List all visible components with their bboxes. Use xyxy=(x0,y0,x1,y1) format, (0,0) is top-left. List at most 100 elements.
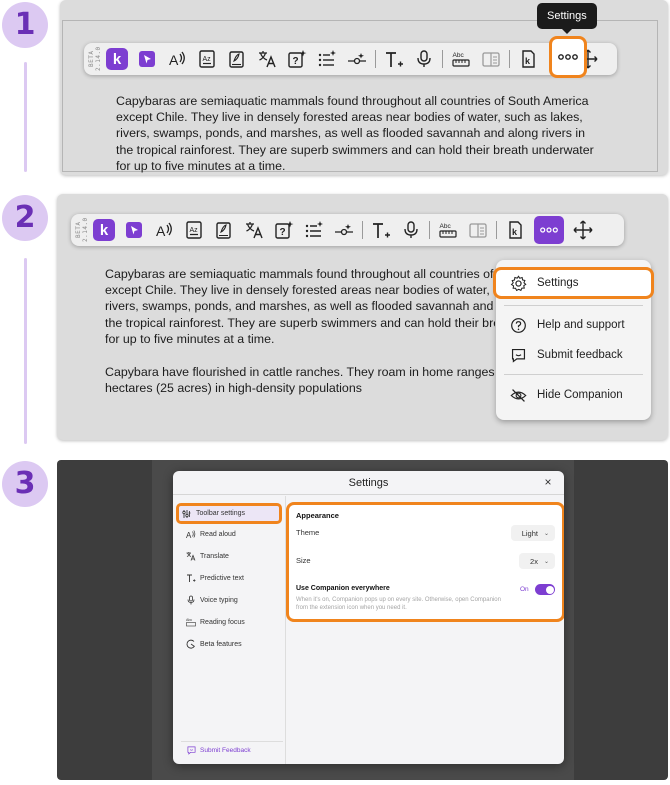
sidebar-item-voice-typing[interactable]: Voice typing xyxy=(183,591,238,609)
companion-toolbar: BETA 2.14.0 k A Az ? Abc k xyxy=(84,43,617,75)
settings-tooltip: Settings xyxy=(537,3,597,34)
companion-toolbar: BETA 2.14.0 k A Az ? Abc k xyxy=(71,214,624,246)
reading-line-icon[interactable] xyxy=(346,48,368,70)
question-sparkle-icon[interactable]: ? xyxy=(273,219,295,241)
list-sparkle-icon[interactable] xyxy=(303,219,325,241)
gear-icon xyxy=(510,274,527,291)
sample-paragraph: Capybara have flourished in cattle ranch… xyxy=(105,365,495,396)
appearance-heading: Appearance xyxy=(296,511,339,520)
menu-item-label: Help and support xyxy=(537,319,625,331)
svg-text:Az: Az xyxy=(203,56,212,63)
chevron-down-icon: ⌄ xyxy=(543,530,549,537)
spell-check-icon[interactable]: Abc xyxy=(437,219,459,241)
kurzweil-icon[interactable]: k xyxy=(504,219,526,241)
more-options-button[interactable] xyxy=(534,216,564,244)
sidebar-item-toolbar-settings[interactable]: Toolbar settings xyxy=(176,503,282,524)
sidebar-item-predictive-text[interactable]: Predictive text xyxy=(183,569,244,587)
submit-feedback-label: Submit Feedback xyxy=(200,747,251,754)
svg-text:A: A xyxy=(156,223,166,239)
reading-line-icon[interactable] xyxy=(333,219,355,241)
settings-dialog: Settings × Toolbar settings A Read aloud… xyxy=(173,471,564,764)
menu-item-help[interactable]: Help and support xyxy=(496,310,651,340)
beta-icon xyxy=(186,639,195,649)
step-3-panel: Settings × Toolbar settings A Read aloud… xyxy=(57,460,668,780)
menu-item-hide[interactable]: Hide Companion xyxy=(496,380,651,410)
more-options-button[interactable] xyxy=(549,36,587,78)
svg-text:?: ? xyxy=(280,227,286,238)
companion-logo-icon[interactable]: k xyxy=(106,48,128,70)
book-icon[interactable] xyxy=(213,219,235,241)
move-icon[interactable] xyxy=(572,219,594,241)
book-icon[interactable] xyxy=(226,48,248,70)
step-1-panel: Settings BETA 2.14.0 k A Az ? Abc k Capy… xyxy=(60,0,668,175)
dictionary-icon[interactable]: Az xyxy=(196,48,218,70)
step-1-badge: 1 xyxy=(2,2,48,48)
predictive-text-icon[interactable] xyxy=(383,48,405,70)
list-sparkle-icon[interactable] xyxy=(316,48,338,70)
everywhere-label: Use Companion everywhere xyxy=(296,585,390,592)
menu-item-settings[interactable]: Settings xyxy=(493,267,654,299)
more-options-menu: Settings Help and support Submit feedbac… xyxy=(493,260,654,420)
step-2-panel: BETA 2.14.0 k A Az ? Abc k Capybaras are xyxy=(57,194,668,440)
theme-value: Light xyxy=(521,528,538,538)
svg-text:A: A xyxy=(186,531,192,539)
sidebar-item-reading-focus[interactable]: Abc Reading focus xyxy=(183,613,245,631)
everywhere-hint: When it's on, Companion pops up on every… xyxy=(296,597,501,611)
question-sparkle-icon[interactable]: ? xyxy=(286,48,308,70)
sidebar-item-label: Translate xyxy=(200,552,229,560)
sidebar-item-label: Read aloud xyxy=(200,530,236,538)
submit-feedback-link[interactable]: Submit Feedback xyxy=(187,746,251,755)
more-dots-icon xyxy=(558,54,578,60)
reading-mode-icon[interactable] xyxy=(467,219,489,241)
sample-paragraph: Capybaras are semiaquatic mammals found … xyxy=(116,94,594,173)
select-cursor-icon[interactable] xyxy=(123,219,145,241)
svg-text:Abc: Abc xyxy=(453,52,465,59)
sample-paragraph: Capybaras are semiaquatic mammals found … xyxy=(105,267,495,346)
beta-version-label: BETA 2.14.0 xyxy=(88,46,102,72)
size-select[interactable]: 2x ⌄ xyxy=(519,553,555,569)
sidebar-item-beta-features[interactable]: Beta features xyxy=(183,635,242,653)
sidebar-item-translate[interactable]: Translate xyxy=(183,547,229,565)
eye-off-icon xyxy=(510,388,527,402)
close-icon[interactable]: × xyxy=(541,475,555,489)
microphone-icon xyxy=(187,595,195,605)
sliders-icon xyxy=(182,509,191,518)
menu-item-label: Submit feedback xyxy=(537,349,623,361)
svg-text:k: k xyxy=(512,227,518,237)
translate-icon xyxy=(186,552,196,561)
translate-icon[interactable] xyxy=(243,219,265,241)
spell-check-icon[interactable]: Abc xyxy=(450,48,472,70)
everywhere-toggle[interactable] xyxy=(535,584,555,595)
dialog-title: Settings xyxy=(173,471,564,495)
companion-logo-icon[interactable]: k xyxy=(93,219,115,241)
translate-icon[interactable] xyxy=(256,48,278,70)
svg-text:?: ? xyxy=(293,56,299,67)
microphone-icon[interactable] xyxy=(400,219,422,241)
beta-version-label: BETA 2.14.0 xyxy=(75,217,89,243)
step-2-badge: 2 xyxy=(2,195,48,241)
sidebar-item-read-aloud[interactable]: A Read aloud xyxy=(183,525,236,543)
appearance-section: Appearance Theme Light ⌄ Size 2x ⌄ Use Com… xyxy=(286,502,564,622)
sidebar-item-label: Voice typing xyxy=(200,596,238,604)
dictionary-icon[interactable]: Az xyxy=(183,219,205,241)
microphone-icon[interactable] xyxy=(413,48,435,70)
menu-item-label: Hide Companion xyxy=(537,389,623,401)
step-connector xyxy=(24,62,27,172)
sidebar-item-label: Beta features xyxy=(200,640,242,648)
reading-mode-icon[interactable] xyxy=(480,48,502,70)
svg-text:Abc: Abc xyxy=(186,618,192,622)
svg-text:k: k xyxy=(525,56,531,66)
sidebar-item-label: Predictive text xyxy=(200,574,244,582)
feedback-icon xyxy=(187,746,196,755)
read-aloud-icon[interactable]: A xyxy=(153,219,175,241)
theme-select[interactable]: Light ⌄ xyxy=(511,525,555,541)
tutorial-page: 1 2 3 Settings BETA 2.14.0 k A Az ? Abc … xyxy=(0,0,670,785)
kurzweil-icon[interactable]: k xyxy=(517,48,539,70)
feedback-icon xyxy=(511,348,526,363)
select-cursor-icon[interactable] xyxy=(136,48,158,70)
help-circle-icon xyxy=(511,317,526,333)
predictive-text-icon[interactable] xyxy=(370,219,392,241)
menu-item-feedback[interactable]: Submit feedback xyxy=(496,340,651,370)
read-aloud-icon[interactable]: A xyxy=(166,48,188,70)
reading-focus-icon: Abc xyxy=(186,618,196,627)
